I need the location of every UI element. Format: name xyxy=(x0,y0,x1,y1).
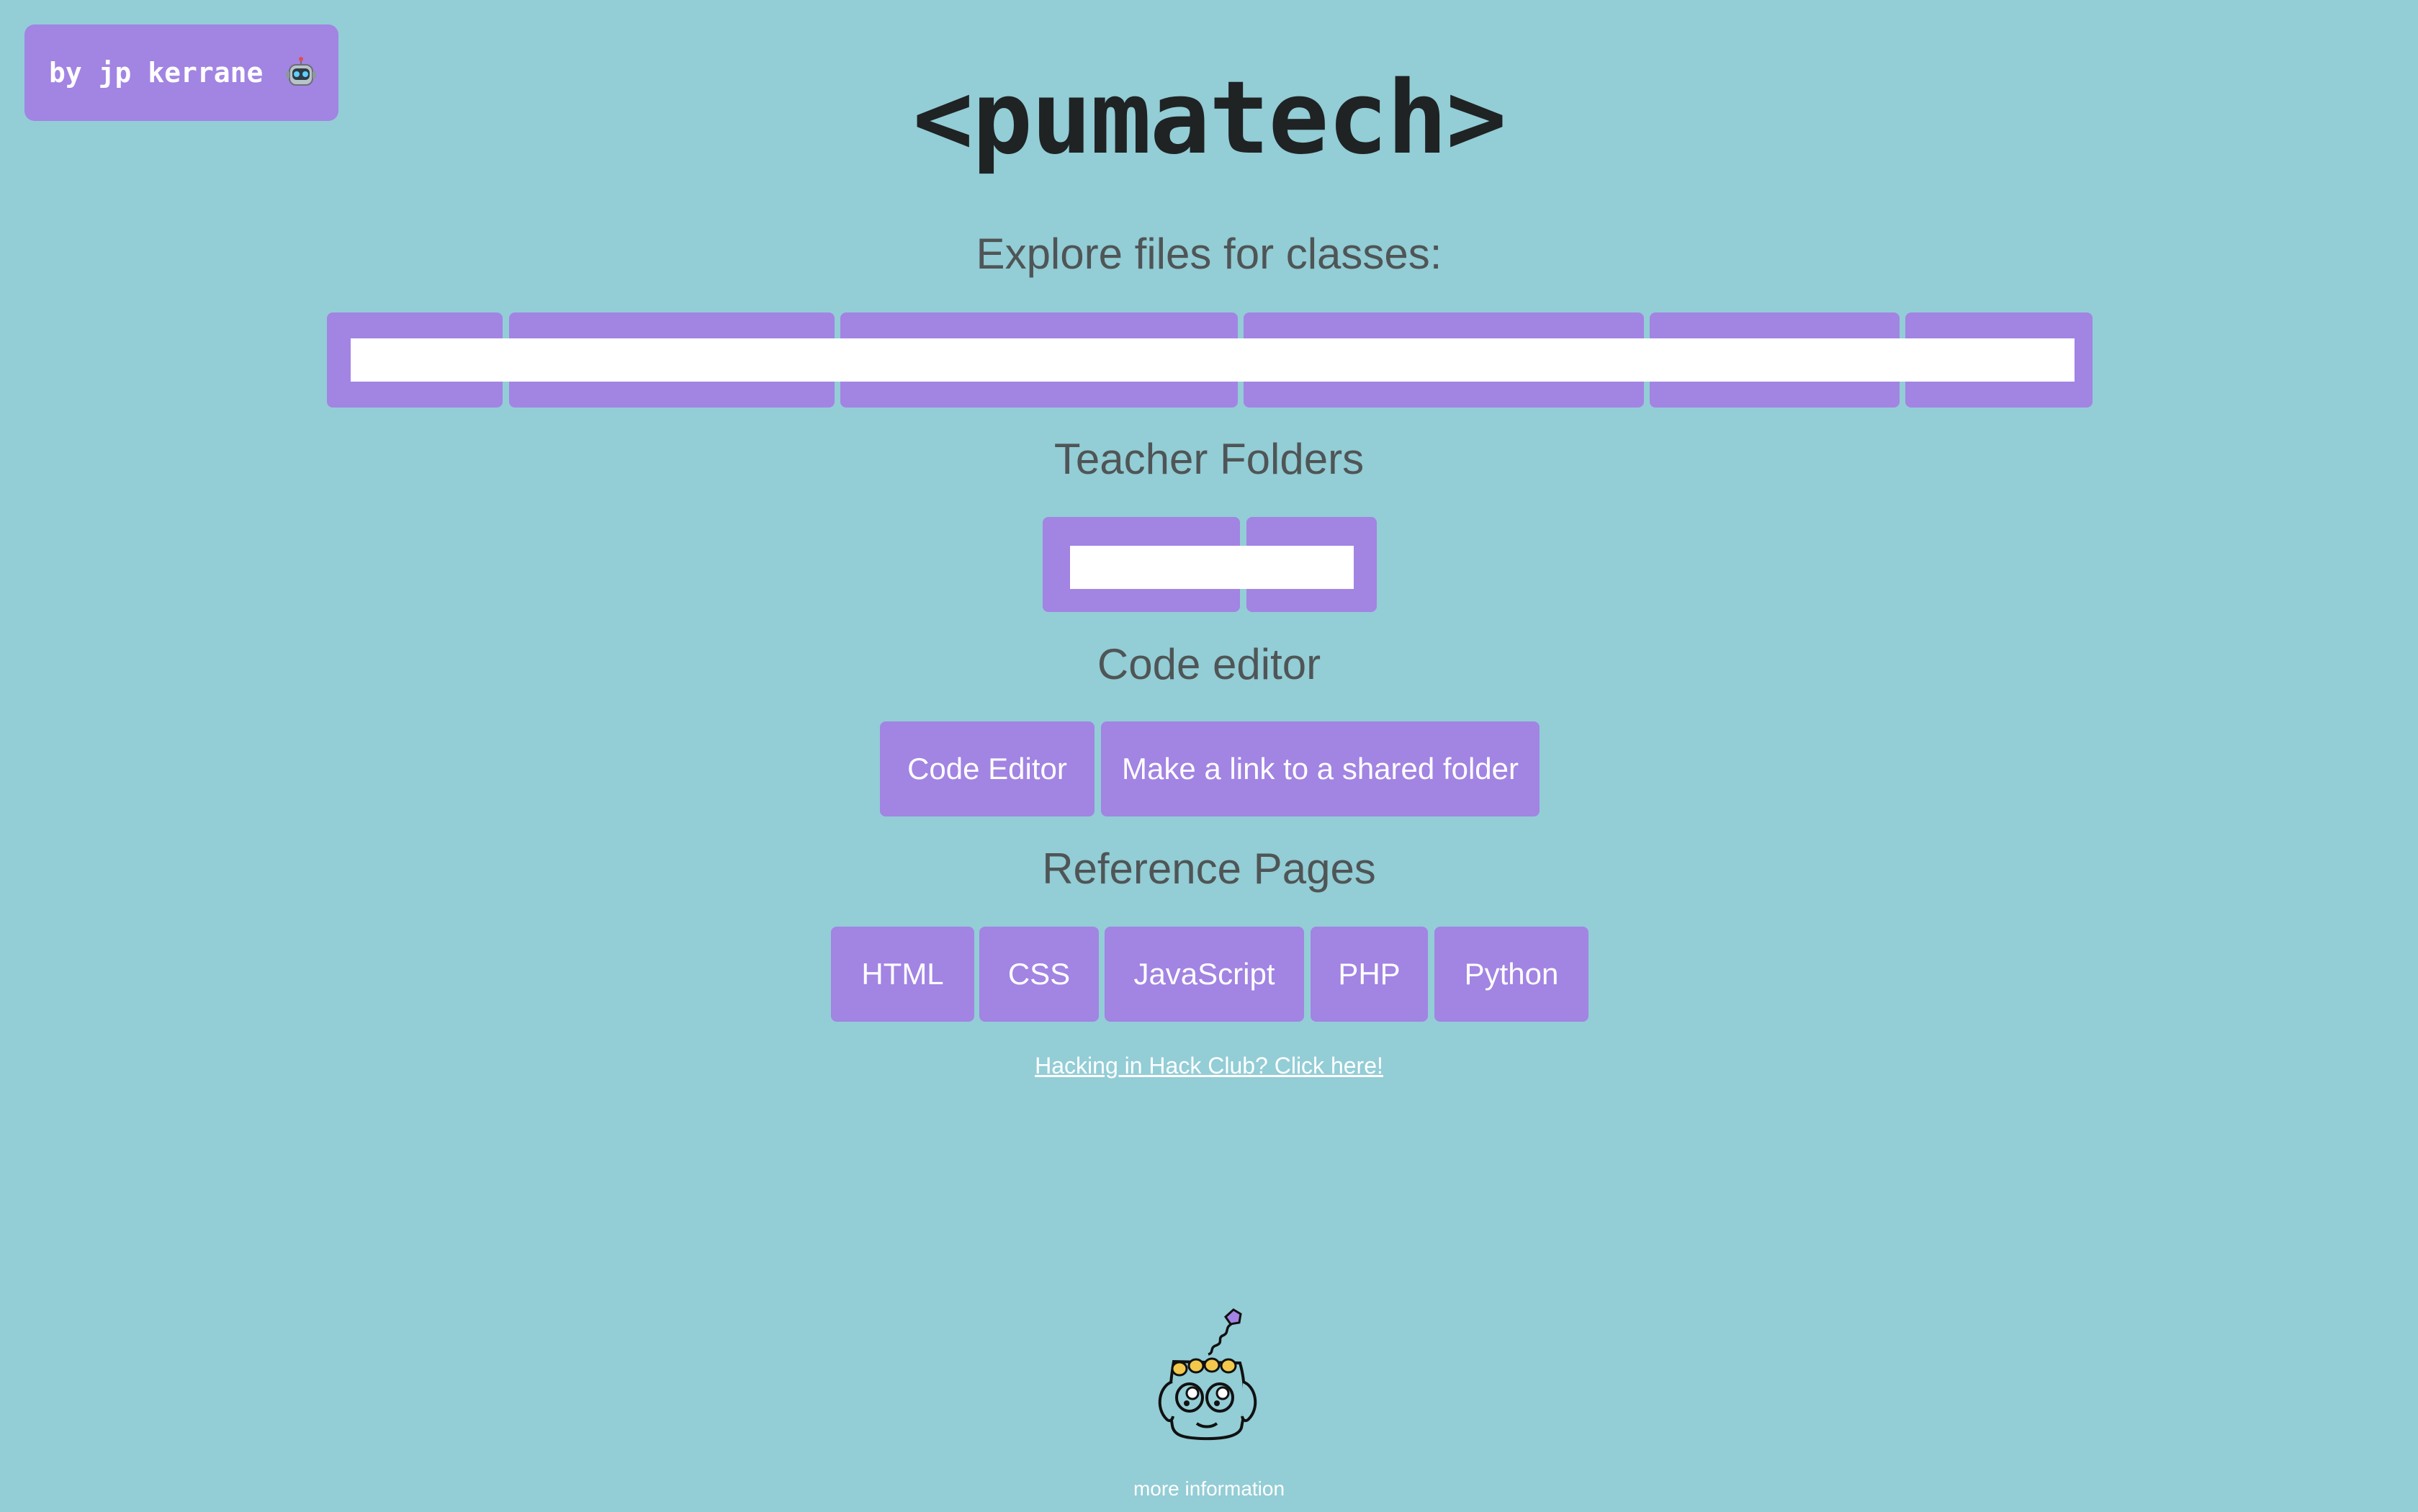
page-title: <pumatech> xyxy=(912,60,1507,177)
teacher-heading: Teacher Folders xyxy=(1053,435,1365,483)
php-reference-button[interactable]: PHP xyxy=(1311,927,1428,1022)
reference-heading: Reference Pages xyxy=(1042,845,1376,893)
hack-club-link[interactable]: Hacking in Hack Club? Click here! xyxy=(0,1053,2418,1079)
teacher-button-row xyxy=(1043,517,1377,612)
more-information-link[interactable]: more information xyxy=(0,1477,2418,1500)
shared-folder-link-button[interactable]: Make a link to a shared folder xyxy=(1101,721,1540,816)
class-button-row xyxy=(327,312,2093,408)
class-bar-overlay xyxy=(351,338,2075,382)
editor-button-row: Code Editor Make a link to a shared fold… xyxy=(880,721,1540,816)
html-reference-button[interactable]: HTML xyxy=(831,927,974,1022)
css-reference-button[interactable]: CSS xyxy=(979,927,1099,1022)
code-editor-button[interactable]: Code Editor xyxy=(880,721,1095,816)
python-reference-button[interactable]: Python xyxy=(1434,927,1588,1022)
reference-button-row: HTML CSS JavaScript PHP Python xyxy=(831,927,1588,1022)
robot-mascot-icon[interactable] xyxy=(1145,1307,1271,1451)
editor-heading: Code editor xyxy=(1097,640,1321,688)
teacher-bar-overlay xyxy=(1070,546,1354,589)
javascript-reference-button[interactable]: JavaScript xyxy=(1105,927,1304,1022)
classes-heading: Explore files for classes: xyxy=(976,230,1442,278)
